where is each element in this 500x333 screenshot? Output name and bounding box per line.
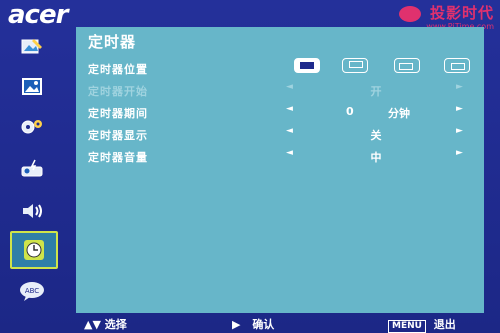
svg-text:ABC: ABC xyxy=(25,287,39,295)
timer-volume-value: 中 xyxy=(370,151,382,164)
osd-screen: acer 投影时代 www.PjTime.com xyxy=(0,0,500,333)
confirm-hint: ▶ 确认 xyxy=(232,316,274,332)
menu-key-icon: MENU xyxy=(388,320,426,333)
timer-volume-label: 定时器音量 xyxy=(88,151,148,164)
timer-duration-row[interactable]: 定时器期间 ◄ 0 分钟 ► xyxy=(88,103,472,121)
position-bottom-left-option[interactable] xyxy=(394,58,420,73)
sidebar: ABC xyxy=(4,26,72,316)
position-top-right-option[interactable] xyxy=(342,58,368,73)
timer-display-value: 关 xyxy=(370,129,382,142)
clock-icon xyxy=(24,240,44,260)
language-speech-icon: ABC xyxy=(20,282,44,301)
up-down-arrows-icon: ▲▼ xyxy=(84,318,101,331)
timer-duration-right-arrow-icon[interactable]: ► xyxy=(456,104,463,114)
timer-display-row[interactable]: 定时器显示 ◄ 关 ► xyxy=(88,125,472,143)
timer-position-row: 定时器位置 xyxy=(88,58,472,77)
sidebar-item-projector[interactable] xyxy=(10,152,54,186)
panel-title: 定时器 xyxy=(88,33,137,51)
sidebar-item-audio[interactable] xyxy=(10,194,54,228)
right-arrow-icon: ▶ xyxy=(232,318,241,331)
select-hint-label: 选择 xyxy=(104,318,127,331)
watermark-title: 投影时代 xyxy=(429,4,494,22)
timer-duration-unit: 分钟 xyxy=(388,107,410,120)
sidebar-item-timer[interactable] xyxy=(10,231,58,269)
select-hint: ▲▼ 选择 xyxy=(84,316,127,332)
image-settings-icon xyxy=(22,78,42,95)
timer-panel: 定时器 定时器位置 定时器开始 ◄ 开 ► 定时器期间 ◄ 0 分钟 ► 定时器… xyxy=(76,27,484,313)
timer-volume-left-arrow-icon[interactable]: ◄ xyxy=(286,148,293,158)
timer-duration-label: 定时器期间 xyxy=(88,107,148,120)
timer-start-left-arrow-icon: ◄ xyxy=(286,82,293,92)
projector-settings-icon xyxy=(21,159,43,177)
confirm-hint-label: 确认 xyxy=(252,318,275,331)
timer-start-label: 定时器开始 xyxy=(88,85,148,98)
timer-volume-row[interactable]: 定时器音量 ◄ 中 ► xyxy=(88,147,472,165)
sidebar-item-image[interactable] xyxy=(10,70,54,104)
timer-duration-value: 0 xyxy=(346,105,354,118)
position-top-left-option[interactable] xyxy=(294,58,320,73)
timer-volume-right-arrow-icon[interactable]: ► xyxy=(456,148,463,158)
position-bottom-right-option[interactable] xyxy=(444,58,470,73)
timer-start-row: 定时器开始 ◄ 开 ► xyxy=(88,81,472,99)
speaker-volume-icon xyxy=(23,204,42,218)
sidebar-item-settings[interactable] xyxy=(10,110,54,144)
sidebar-item-language[interactable]: ABC xyxy=(10,274,54,308)
picture-brush-icon xyxy=(21,39,42,54)
watermark-logo-icon xyxy=(398,5,421,22)
timer-display-left-arrow-icon[interactable]: ◄ xyxy=(286,126,293,136)
timer-start-value: 开 xyxy=(370,85,382,98)
timer-display-right-arrow-icon[interactable]: ► xyxy=(456,126,463,136)
gears-icon xyxy=(21,120,42,134)
sidebar-item-picture[interactable] xyxy=(10,30,54,64)
footer-hints: ▲▼ 选择 ▶ 确认 MENU 退出 xyxy=(0,313,500,333)
timer-position-label: 定时器位置 xyxy=(88,63,148,76)
timer-start-right-arrow-icon: ► xyxy=(456,82,463,92)
exit-hint: MENU 退出 xyxy=(388,316,456,333)
timer-duration-left-arrow-icon[interactable]: ◄ xyxy=(286,104,293,114)
timer-display-label: 定时器显示 xyxy=(88,129,148,142)
exit-hint-label: 退出 xyxy=(433,318,456,331)
